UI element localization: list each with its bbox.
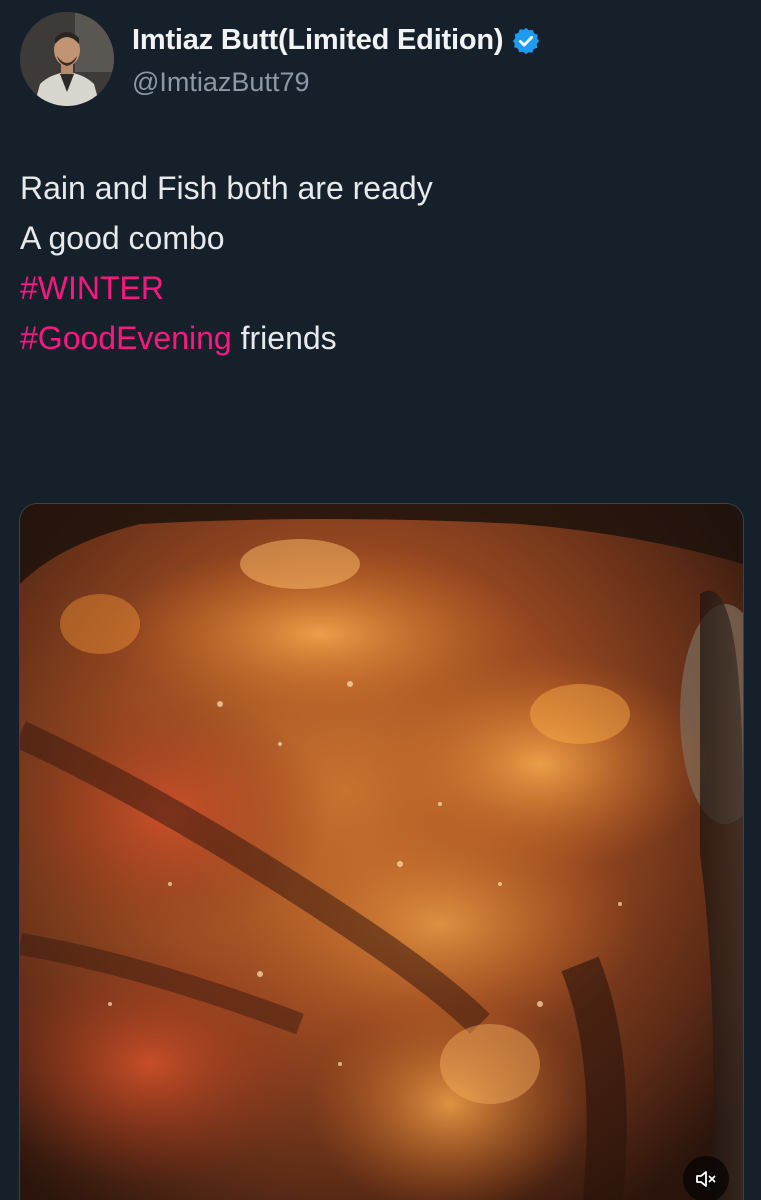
avatar-photo bbox=[20, 12, 114, 106]
tweet-line-1: Rain and Fish both are ready bbox=[20, 170, 433, 206]
verified-badge-icon bbox=[511, 26, 541, 56]
speaker-muted-icon bbox=[696, 1171, 716, 1187]
hashtag-goodevening[interactable]: #GoodEvening bbox=[20, 320, 232, 356]
tweet-line-2: A good combo bbox=[20, 220, 225, 256]
author-avatar[interactable] bbox=[20, 12, 114, 106]
tweet-video[interactable] bbox=[19, 503, 744, 1200]
tweet-header: Imtiaz Butt(Limited Edition) @ImtiazButt… bbox=[20, 12, 740, 108]
hashtag-winter[interactable]: #WINTER bbox=[20, 270, 164, 306]
tweet-suffix-text: friends bbox=[231, 320, 337, 356]
author-handle[interactable]: @ImtiazButt79 bbox=[132, 67, 309, 98]
video-frame-fried-fish bbox=[20, 504, 743, 1200]
tweet-text: Rain and Fish both are ready A good comb… bbox=[20, 163, 740, 363]
author-display-name[interactable]: Imtiaz Butt(Limited Edition) bbox=[132, 24, 504, 57]
mute-toggle-button[interactable] bbox=[683, 1156, 729, 1200]
